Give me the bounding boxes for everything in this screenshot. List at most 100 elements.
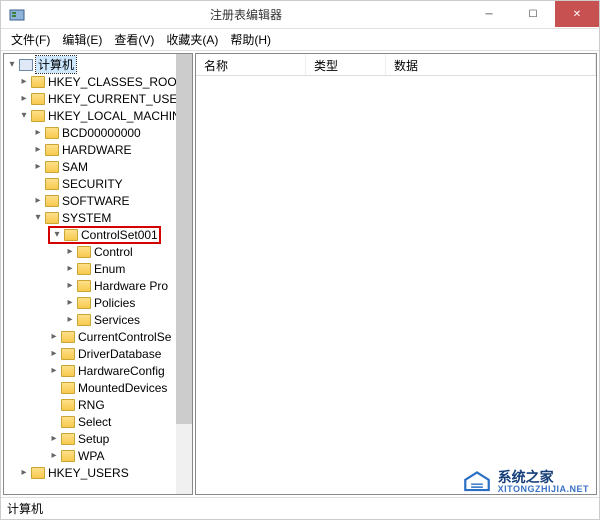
- statusbar: 计算机: [1, 497, 599, 517]
- list-header: 名称 类型 数据: [196, 54, 596, 76]
- tree-root-computer[interactable]: ▾ 计算机: [4, 56, 192, 73]
- expander-icon[interactable]: ▸: [18, 93, 30, 105]
- expander-icon[interactable]: [48, 416, 60, 428]
- folder-icon: [77, 246, 91, 258]
- expander-icon[interactable]: ▸: [18, 467, 30, 479]
- expander-icon[interactable]: ▸: [32, 195, 44, 207]
- tree-key-hardwareconfig[interactable]: ▸ HardwareConfig: [4, 362, 192, 379]
- status-path: 计算机: [7, 502, 43, 516]
- tree-key-hardware[interactable]: ▸ HARDWARE: [4, 141, 192, 158]
- tree-key-controlset001[interactable]: ▾ ControlSet001: [4, 226, 192, 243]
- expander-icon[interactable]: ▸: [32, 144, 44, 156]
- tree-key-wpa[interactable]: ▸ WPA: [4, 447, 192, 464]
- tree-key-bcd[interactable]: ▸ BCD00000000: [4, 124, 192, 141]
- column-type[interactable]: 类型: [306, 54, 386, 75]
- expander-icon[interactable]: ▸: [64, 297, 76, 309]
- expander-icon[interactable]: ▸: [18, 76, 30, 88]
- tree-label: Setup: [78, 432, 109, 446]
- tree-key-setup[interactable]: ▸ Setup: [4, 430, 192, 447]
- expander-icon[interactable]: ▸: [48, 433, 60, 445]
- tree-label: 计算机: [36, 56, 76, 73]
- expander-icon[interactable]: ▾: [51, 229, 63, 241]
- tree-key-policies[interactable]: ▸ Policies: [4, 294, 192, 311]
- tree-label: MountedDevices: [78, 381, 167, 395]
- tree-label: HardwareConfig: [78, 364, 165, 378]
- expander-icon[interactable]: ▸: [64, 314, 76, 326]
- tree-key-sam[interactable]: ▸SAM: [4, 158, 192, 175]
- tree-label: SOFTWARE: [62, 194, 130, 208]
- expander-icon[interactable]: ▸: [64, 280, 76, 292]
- folder-icon: [45, 127, 59, 139]
- close-button[interactable]: ✕: [555, 1, 599, 27]
- expander-icon[interactable]: ▸: [64, 263, 76, 275]
- expander-icon[interactable]: [48, 382, 60, 394]
- folder-icon: [45, 178, 59, 190]
- tree-label: HKEY_USERS: [48, 466, 129, 480]
- registry-tree[interactable]: ▾ 计算机 ▸ HKEY_CLASSES_ROOT ▸ HKEY_CURRENT…: [4, 54, 192, 483]
- expander-icon[interactable]: ▾: [6, 59, 18, 71]
- tree-hive-hklm[interactable]: ▾ HKEY_LOCAL_MACHINE: [4, 107, 192, 124]
- tree-label: Hardware Pro: [94, 279, 168, 293]
- folder-icon: [77, 263, 91, 275]
- expander-icon[interactable]: ▸: [32, 127, 44, 139]
- folder-icon: [61, 331, 75, 343]
- tree-key-enum[interactable]: ▸Enum: [4, 260, 192, 277]
- expander-icon[interactable]: ▸: [64, 246, 76, 258]
- tree-hive-hkcr[interactable]: ▸ HKEY_CLASSES_ROOT: [4, 73, 192, 90]
- computer-icon: [19, 59, 33, 71]
- folder-icon: [45, 195, 59, 207]
- folder-icon: [31, 467, 45, 479]
- expander-icon[interactable]: [48, 399, 60, 411]
- highlight-box: ▾ ControlSet001: [48, 226, 161, 244]
- tree-key-software[interactable]: ▸ SOFTWARE: [4, 192, 192, 209]
- folder-icon: [61, 450, 75, 462]
- menu-help[interactable]: 帮助(H): [224, 29, 277, 50]
- folder-icon: [31, 76, 45, 88]
- scroll-thumb[interactable]: [176, 54, 192, 424]
- menu-favorites[interactable]: 收藏夹(A): [160, 29, 224, 50]
- tree-scrollbar[interactable]: [176, 54, 192, 494]
- tree-label: SYSTEM: [62, 211, 111, 225]
- expander-icon[interactable]: ▸: [48, 331, 60, 343]
- expander-icon[interactable]: ▸: [48, 348, 60, 360]
- tree-label: CurrentControlSe: [78, 330, 171, 344]
- tree-label: HKEY_CLASSES_ROOT: [48, 75, 184, 89]
- minimize-button[interactable]: ─: [467, 1, 511, 27]
- expander-icon[interactable]: ▸: [32, 161, 44, 173]
- list-body[interactable]: [196, 76, 596, 494]
- menu-edit[interactable]: 编辑(E): [56, 29, 108, 50]
- menu-view[interactable]: 查看(V): [108, 29, 160, 50]
- column-data[interactable]: 数据: [386, 54, 596, 75]
- tree-key-select[interactable]: Select: [4, 413, 192, 430]
- tree-hive-hku[interactable]: ▸ HKEY_USERS: [4, 464, 192, 481]
- column-name[interactable]: 名称: [196, 54, 306, 75]
- tree-key-currentcontrolset[interactable]: ▸ CurrentControlSe: [4, 328, 192, 345]
- tree-key-rng[interactable]: RNG: [4, 396, 192, 413]
- folder-icon: [45, 212, 59, 224]
- tree-hive-hkcu[interactable]: ▸ HKEY_CURRENT_USER: [4, 90, 192, 107]
- tree-key-control[interactable]: ▸Control: [4, 243, 192, 260]
- tree-label: WPA: [78, 449, 104, 463]
- tree-key-hardware-profiles[interactable]: ▸ Hardware Pro: [4, 277, 192, 294]
- tree-key-mounteddevices[interactable]: MountedDevices: [4, 379, 192, 396]
- expander-icon[interactable]: ▾: [32, 212, 44, 224]
- expander-icon[interactable]: ▸: [48, 450, 60, 462]
- tree-label: BCD00000000: [62, 126, 141, 140]
- expander-icon[interactable]: [32, 178, 44, 190]
- tree-key-security[interactable]: SECURITY: [4, 175, 192, 192]
- maximize-button[interactable]: ☐: [511, 1, 555, 27]
- tree-key-driverdatabase[interactable]: ▸DriverDatabase: [4, 345, 192, 362]
- tree-label: RNG: [78, 398, 105, 412]
- expander-icon[interactable]: ▾: [18, 110, 30, 122]
- expander-icon[interactable]: ▸: [48, 365, 60, 377]
- tree-key-services[interactable]: ▸Services: [4, 311, 192, 328]
- tree-label: Policies: [94, 296, 135, 310]
- tree-label: ControlSet001: [81, 228, 158, 242]
- tree-label: HARDWARE: [62, 143, 132, 157]
- tree-label: SECURITY: [62, 177, 123, 191]
- folder-icon: [31, 110, 45, 122]
- tree-label: Select: [78, 415, 111, 429]
- menu-file[interactable]: 文件(F): [5, 29, 56, 50]
- folder-icon: [77, 314, 91, 326]
- tree-key-system[interactable]: ▾ SYSTEM: [4, 209, 192, 226]
